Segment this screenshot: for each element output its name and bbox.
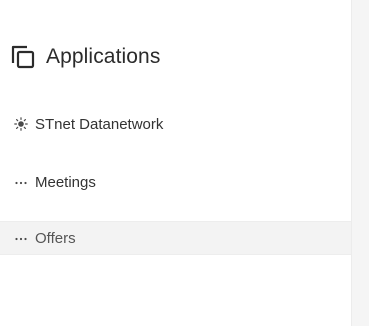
ellipsis-icon [14,231,28,245]
sidebar-item-label: STnet Datanetwork [35,115,164,133]
copy-icon [10,44,36,70]
main-content-panel [351,0,369,326]
sidebar: Applications STnet Datanetwork Meetings … [0,0,351,326]
sidebar-header: Applications [10,40,160,74]
ellipsis-icon [14,175,28,189]
app-window: Applications STnet Datanetwork Meetings … [0,0,369,326]
sidebar-item-offers[interactable]: Offers [0,221,351,255]
page-title: Applications [46,45,161,68]
sidebar-item-stnet-datanetwork[interactable]: STnet Datanetwork [0,107,351,141]
sidebar-item-label: Meetings [35,173,96,191]
sun-icon [14,117,28,131]
sidebar-item-meetings[interactable]: Meetings [0,165,351,199]
sidebar-item-label: Offers [35,229,76,247]
